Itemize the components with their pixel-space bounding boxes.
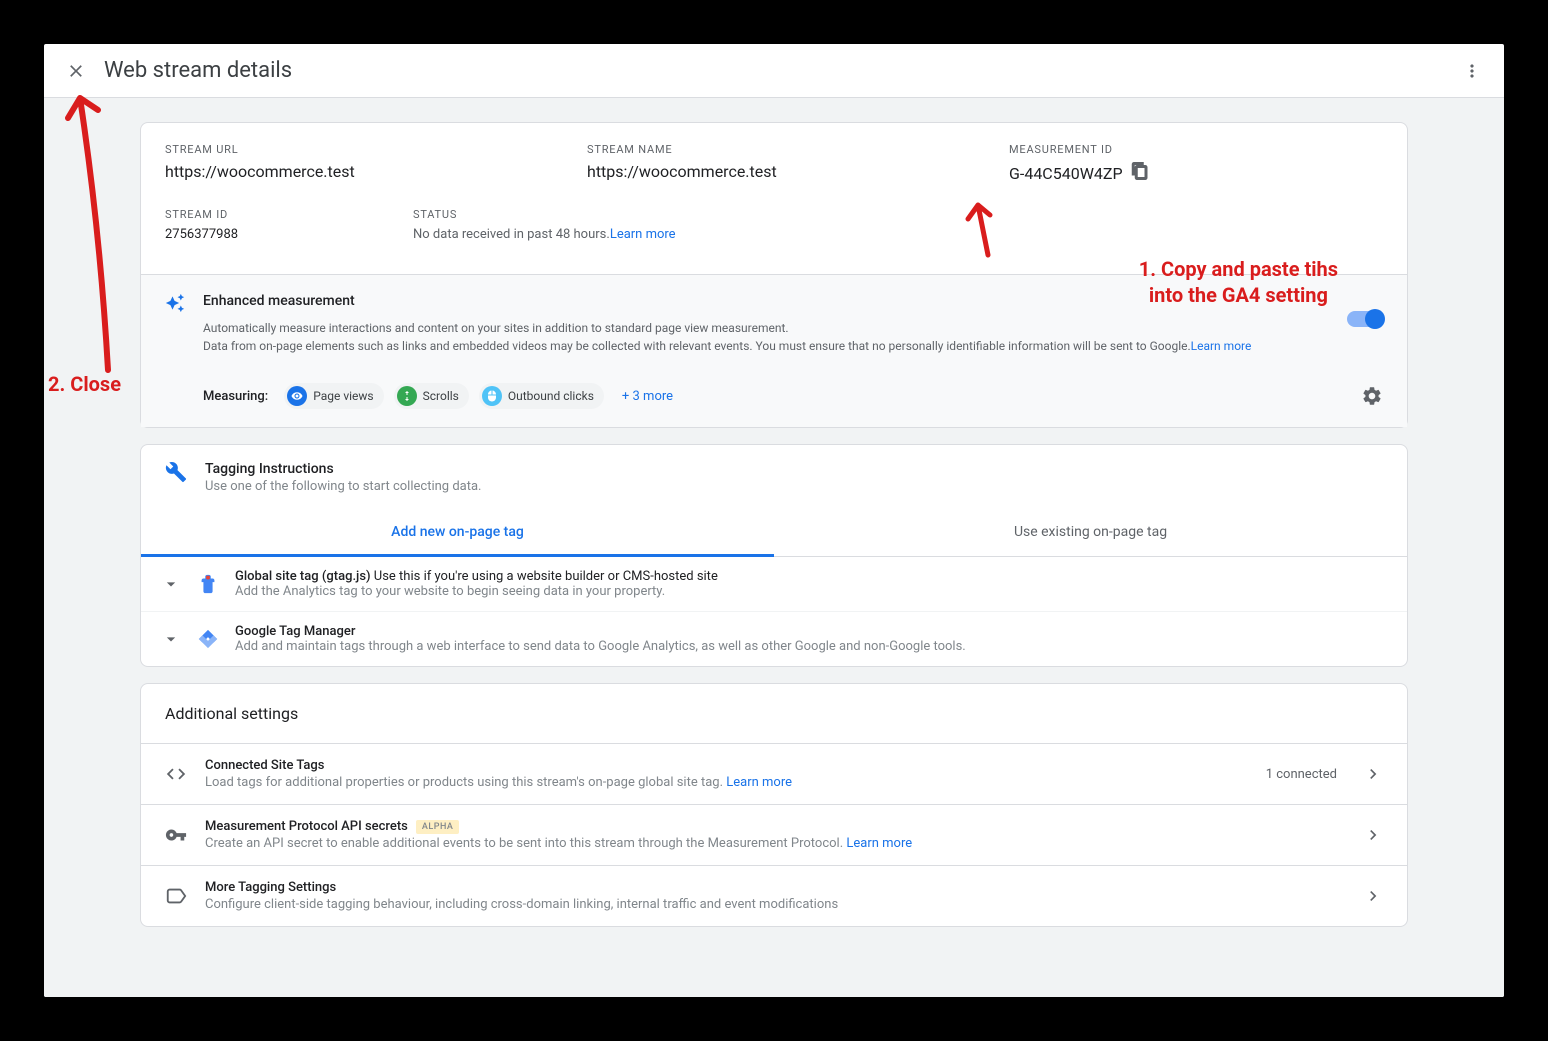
enhanced-settings-button[interactable]: [1361, 385, 1383, 407]
stream-info-card: STREAM URL https://woocommerce.test STRE…: [140, 122, 1408, 428]
eye-icon: [287, 386, 307, 406]
dialog-header: Web stream details: [44, 44, 1504, 98]
copy-icon: [1131, 162, 1149, 180]
copy-measurement-id-button[interactable]: [1131, 162, 1153, 184]
api-learn-more-link[interactable]: Learn more: [846, 836, 912, 851]
close-button[interactable]: [64, 59, 88, 83]
more-tagging-desc: Configure client-side tagging behaviour,…: [205, 897, 1345, 912]
dialog-body: STREAM URL https://woocommerce.test STRE…: [44, 98, 1504, 997]
stream-name-value: https://woocommerce.test: [587, 162, 961, 181]
enhanced-desc-line2: Data from on-page elements such as links…: [203, 339, 1191, 353]
gtm-icon: [197, 628, 219, 650]
alpha-badge: ALPHA: [416, 820, 460, 834]
gtag-expand-item[interactable]: Global site tag (gtag.js) Use this if yo…: [141, 557, 1407, 612]
status-label: STATUS: [413, 208, 1383, 221]
tab-use-existing-tag[interactable]: Use existing on-page tag: [774, 510, 1407, 556]
gtag-icon: [197, 573, 219, 595]
stream-name-label: STREAM NAME: [587, 143, 961, 156]
enhanced-learn-more-link[interactable]: Learn more: [1191, 339, 1252, 353]
gtm-expand-item[interactable]: Google Tag Manager Add and maintain tags…: [141, 612, 1407, 666]
tagging-title: Tagging Instructions: [205, 461, 481, 477]
gtm-title: Google Tag Manager: [235, 624, 355, 639]
connected-site-tags-row[interactable]: Connected Site Tags Load tags for additi…: [141, 743, 1407, 804]
chevron-right-icon: [1363, 886, 1383, 906]
close-icon: [66, 61, 86, 81]
enhanced-measurement-title: Enhanced measurement: [203, 293, 1383, 309]
more-vert-icon: [1462, 61, 1482, 81]
key-icon: [165, 824, 187, 846]
tag-icon: [165, 885, 187, 907]
more-chips-button[interactable]: + 3 more: [614, 385, 681, 408]
more-menu-button[interactable]: [1460, 59, 1484, 83]
tagging-tabs: Add new on-page tag Use existing on-page…: [141, 510, 1407, 557]
chip-outbound-clicks: Outbound clicks: [479, 383, 604, 409]
chevron-down-icon: [161, 574, 181, 594]
tagging-subtitle: Use one of the following to start collec…: [205, 479, 481, 494]
more-tagging-title: More Tagging Settings: [205, 880, 336, 895]
web-stream-details-dialog: Web stream details STREAM URL https://wo…: [44, 44, 1504, 997]
gtag-desc: Add the Analytics tag to your website to…: [235, 584, 1387, 599]
code-icon: [165, 763, 187, 785]
status-text: No data received in past 48 hours.: [413, 227, 610, 242]
scroll-icon: [397, 386, 417, 406]
chip-page-views: Page views: [284, 383, 383, 409]
gtag-hint: Use this if you're using a website build…: [374, 569, 718, 584]
status-learn-more-link[interactable]: Learn more: [610, 227, 676, 242]
wrench-icon: [165, 461, 187, 483]
measuring-label: Measuring:: [203, 389, 268, 404]
stream-url-label: STREAM URL: [165, 143, 539, 156]
measurement-id-value: G-44C540W4ZP: [1009, 164, 1123, 183]
measurement-id-label: MEASUREMENT ID: [1009, 143, 1383, 156]
enhanced-desc-line1: Automatically measure interactions and c…: [203, 319, 1383, 337]
connected-desc: Load tags for additional properties or p…: [205, 775, 726, 790]
gear-icon: [1361, 385, 1383, 407]
chevron-right-icon: [1363, 825, 1383, 845]
tab-add-new-tag[interactable]: Add new on-page tag: [141, 510, 774, 557]
stream-url-value: https://woocommerce.test: [165, 162, 539, 181]
additional-settings-title: Additional settings: [141, 684, 1407, 743]
stream-id-value: 2756377988: [165, 227, 365, 242]
mouse-icon: [482, 386, 502, 406]
chevron-right-icon: [1363, 764, 1383, 784]
sparkle-icon: [165, 293, 185, 313]
connected-learn-more-link[interactable]: Learn more: [726, 775, 792, 790]
gtm-desc: Add and maintain tags through a web inte…: [235, 639, 1387, 654]
dialog-title: Web stream details: [104, 58, 292, 83]
api-desc: Create an API secret to enable additiona…: [205, 836, 846, 851]
enhanced-measurement-section: Enhanced measurement Automatically measu…: [141, 274, 1407, 427]
chip-scrolls: Scrolls: [394, 383, 469, 409]
gtag-title: Global site tag (gtag.js): [235, 569, 371, 584]
stream-id-label: STREAM ID: [165, 208, 365, 221]
enhanced-measurement-toggle[interactable]: [1347, 311, 1383, 327]
additional-settings-card: Additional settings Connected Site Tags …: [140, 683, 1408, 927]
connected-title: Connected Site Tags: [205, 758, 325, 773]
api-secrets-row[interactable]: Measurement Protocol API secrets ALPHA C…: [141, 804, 1407, 865]
api-title: Measurement Protocol API secrets: [205, 819, 408, 834]
connected-count: 1 connected: [1266, 767, 1337, 782]
chevron-down-icon: [161, 629, 181, 649]
more-tagging-row[interactable]: More Tagging Settings Configure client-s…: [141, 865, 1407, 926]
tagging-instructions-card: Tagging Instructions Use one of the foll…: [140, 444, 1408, 667]
